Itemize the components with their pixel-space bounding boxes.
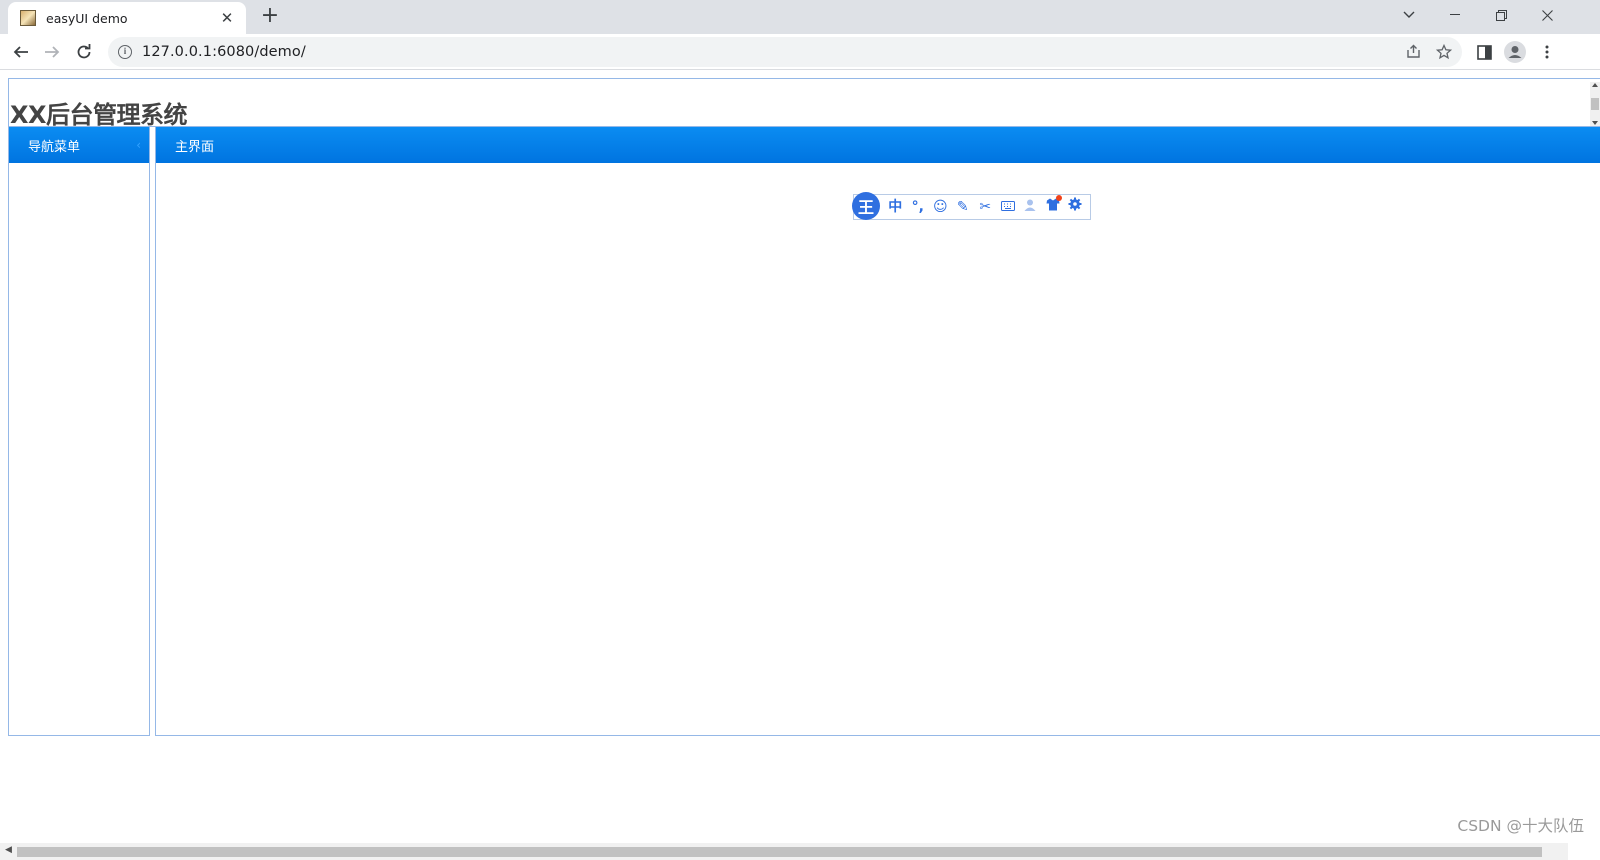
handwriting-icon[interactable]: ✎ — [952, 195, 975, 219]
side-panel-button[interactable] — [1470, 38, 1498, 66]
close-icon — [1541, 9, 1553, 21]
ime-mode-toggle[interactable]: 中 — [884, 195, 907, 219]
browser-tab[interactable]: easyUI demo ✕ — [8, 2, 246, 34]
address-bar[interactable]: i 127.0.0.1:6080/demo/ — [108, 37, 1462, 67]
forward-button[interactable] — [38, 38, 66, 66]
scroll-left-icon[interactable]: ◀ — [5, 845, 12, 855]
tab-search-button[interactable] — [1386, 0, 1432, 30]
collapse-left-icon[interactable]: ‹ — [136, 138, 141, 152]
page-favicon-icon — [20, 10, 36, 26]
url-text: 127.0.0.1:6080/demo/ — [142, 44, 306, 60]
center-panel-header: 主界面 — [156, 127, 1600, 163]
bookmark-star-icon[interactable] — [1435, 43, 1453, 64]
page-viewport: XX后台管理系统 导航菜单 ‹ 主界面 CSDN @十大队伍 ◀ — [0, 71, 1600, 860]
ime-logo-icon[interactable]: 王 — [852, 192, 880, 220]
punctuation-icon[interactable]: °, — [907, 195, 930, 219]
user-icon[interactable] — [1019, 195, 1042, 219]
site-info-icon[interactable]: i — [118, 45, 132, 59]
screenshot-icon[interactable]: ✂ — [974, 195, 997, 219]
side-panel-icon — [1476, 44, 1492, 60]
restore-icon — [1495, 9, 1507, 21]
arrow-left-icon — [13, 46, 28, 58]
minimize-icon — [1450, 14, 1460, 15]
chevron-down-icon — [1403, 11, 1415, 18]
browser-menu-button[interactable] — [1533, 38, 1561, 66]
browser-toolbar: i 127.0.0.1:6080/demo/ — [0, 34, 1600, 70]
back-button[interactable] — [7, 38, 35, 66]
ime-toolbar: 王 中 °, ☺ ✎ ✂ — [852, 192, 1091, 220]
reload-icon — [77, 44, 91, 59]
new-tab-button[interactable]: + — [258, 5, 282, 29]
west-panel-title: 导航菜单 — [28, 139, 81, 155]
north-region: XX后台管理系统 — [8, 78, 1600, 129]
minimize-button[interactable] — [1432, 0, 1478, 30]
close-window-button[interactable] — [1524, 0, 1570, 30]
west-panel-header: 导航菜单 ‹ — [9, 127, 149, 163]
north-scroll-thumb[interactable] — [1591, 98, 1599, 110]
reload-button[interactable] — [70, 38, 98, 66]
horizontal-scrollbar[interactable]: ◀ — [0, 843, 1568, 860]
emoji-icon[interactable]: ☺ — [929, 195, 952, 219]
north-scrollbar[interactable] — [1590, 82, 1600, 126]
csdn-watermark: CSDN @十大队伍 — [1457, 817, 1584, 835]
arrow-right-icon — [45, 46, 60, 58]
west-nav-panel: 导航菜单 ‹ — [8, 126, 150, 736]
profile-button[interactable] — [1501, 38, 1529, 66]
tab-close-icon[interactable]: ✕ — [218, 9, 236, 27]
system-title: XX后台管理系统 — [10, 101, 188, 129]
avatar-icon — [1504, 41, 1526, 63]
center-panel-title: 主界面 — [175, 139, 215, 155]
scroll-up-icon[interactable] — [1592, 82, 1598, 87]
horizontal-scroll-thumb[interactable] — [17, 847, 1542, 857]
notification-dot — [1056, 195, 1062, 201]
tab-title: easyUI demo — [46, 10, 128, 26]
browser-tab-strip: easyUI demo ✕ + — [0, 0, 1600, 34]
keyboard-icon[interactable] — [997, 195, 1020, 219]
restore-button[interactable] — [1478, 0, 1524, 30]
more-vert-icon — [1545, 45, 1549, 59]
share-icon[interactable] — [1406, 44, 1421, 63]
settings-icon[interactable] — [1064, 195, 1087, 219]
